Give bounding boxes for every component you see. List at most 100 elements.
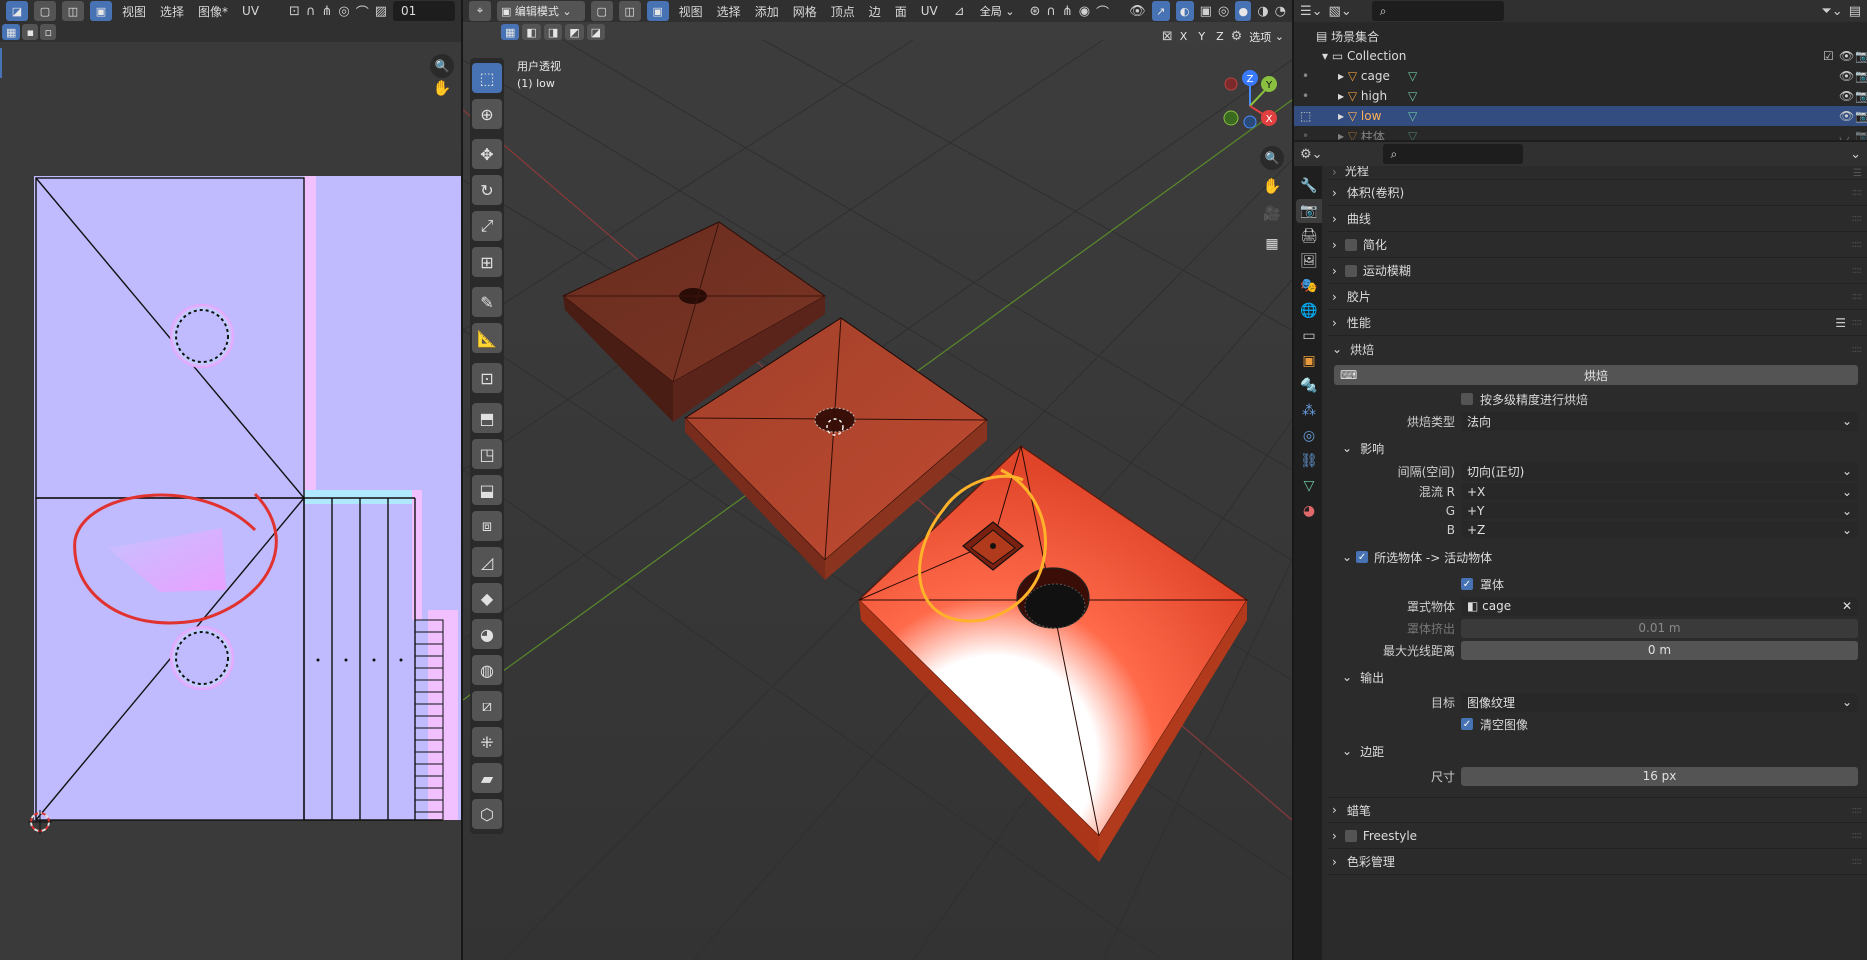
select-box-icon[interactable]: ▦ xyxy=(501,24,520,40)
falloff-curve-icon[interactable]: ⌒ xyxy=(1096,2,1109,21)
vp-menu-add[interactable]: 添加 xyxy=(751,3,783,20)
margin-size-field[interactable]: 16 px xyxy=(1461,766,1858,786)
vp-menu-uv[interactable]: UV xyxy=(917,4,942,18)
smooth-tool-icon[interactable]: ◍ xyxy=(472,655,502,685)
section-volumes[interactable]: › 体积(卷积):::: xyxy=(1328,180,1867,206)
drag-handle-icon[interactable]: :::: xyxy=(1852,213,1863,224)
loop-cut-tool-icon[interactable]: ⧈ xyxy=(472,511,502,541)
bake-type-dropdown[interactable]: 法向 ⌄ xyxy=(1461,411,1858,431)
expand-icon[interactable]: ▸ xyxy=(1338,129,1348,140)
filter-icon[interactable]: ⏷⌄ xyxy=(1821,4,1842,19)
vp-menu-vertex[interactable]: 顶点 xyxy=(827,3,859,20)
perspective-toggle-icon[interactable]: ▦ xyxy=(1260,232,1284,256)
outliner[interactable]: ☰⌄ ▧⌄ ⌕ ⏷⌄ ▤ ▤ 场景集合 ▾ ▭ Collection ☑ 👁 📷… xyxy=(1294,0,1867,140)
max-ray-field[interactable]: 0 m xyxy=(1461,640,1858,660)
render-tab-icon[interactable]: 📷 xyxy=(1296,199,1322,223)
properties-search-input[interactable]: ⌕ xyxy=(1382,144,1523,164)
add-cube-tool-icon[interactable]: ⊡ xyxy=(472,363,502,393)
clear-image-checkbox[interactable]: ✓ xyxy=(1461,718,1473,730)
vp-pan-icon[interactable]: ✋ xyxy=(1260,174,1284,198)
world-tab-icon[interactable]: 🌐 xyxy=(1296,299,1322,323)
select-subtract-icon[interactable]: ◨ xyxy=(543,24,563,40)
uv-canvas[interactable] xyxy=(0,0,461,960)
select-vertex-button[interactable]: ▢ xyxy=(590,1,613,21)
mirror-z-button[interactable]: Z xyxy=(1212,28,1228,45)
material-tab-icon[interactable]: ◕ xyxy=(1296,499,1322,523)
section-bake[interactable]: ⌄ 烘焙:::: xyxy=(1328,336,1867,362)
view-layer-tab-icon[interactable]: 🖼 xyxy=(1296,249,1322,273)
outliner-item-cage[interactable]: • ▸ ▽ cage ▽ 👁 📷 xyxy=(1294,66,1867,86)
inset-tool-icon[interactable]: ◳ xyxy=(472,439,502,469)
section-performance[interactable]: › 性能 ☰:::: xyxy=(1328,310,1867,336)
rip-tool-icon[interactable]: ⬡ xyxy=(472,799,502,829)
uv-editor[interactable]: ◪ ▢ ◫ ▣ 视图 选择 图像* UV ⊡ ∩ ⋔ ◎ ⌒ ▨ 01 ▦ ▪ … xyxy=(0,0,461,960)
vp-menu-select[interactable]: 选择 xyxy=(713,3,745,20)
orientation-icon[interactable]: ⊿ xyxy=(954,4,965,19)
measure-tool-icon[interactable]: 📐 xyxy=(472,323,502,353)
outliner-item-low[interactable]: ⬚ ▸ ▽ low ▽ 👁 📷 xyxy=(1294,106,1867,126)
freestyle-checkbox[interactable] xyxy=(1344,829,1357,842)
pivot-point-icon[interactable]: ⊛ xyxy=(1029,4,1040,19)
particles-tab-icon[interactable]: ⁂ xyxy=(1296,399,1322,423)
select-intersect-icon[interactable]: ◪ xyxy=(586,24,606,40)
shading-wire-icon[interactable]: ◎ xyxy=(1218,4,1229,19)
mesh-options-icon[interactable]: ⚙ xyxy=(1231,29,1243,44)
physics-tab-icon[interactable]: ◎ xyxy=(1296,424,1322,448)
select-extend-icon[interactable]: ◧ xyxy=(522,24,541,40)
swizzle-g-dropdown[interactable]: +Y ⌄ xyxy=(1461,502,1858,519)
eye-closed-icon[interactable]: ◡ xyxy=(1839,129,1849,140)
extrude-tool-icon[interactable]: ⬒ xyxy=(472,403,502,433)
gizmo-toggle-icon[interactable]: ↗ xyxy=(1151,1,1170,21)
expand-icon[interactable]: ▸ xyxy=(1338,89,1348,103)
swizzle-r-dropdown[interactable]: +X ⌄ xyxy=(1461,483,1858,500)
simplify-checkbox[interactable] xyxy=(1344,238,1357,251)
drag-handle-icon[interactable]: :::: xyxy=(1852,239,1863,250)
vp-menu-face[interactable]: 面 xyxy=(891,3,911,20)
xray-icon[interactable]: ▣ xyxy=(1200,4,1212,19)
spin-tool-icon[interactable]: ◕ xyxy=(472,619,502,649)
transform-tool-icon[interactable]: ⊞ xyxy=(472,247,502,277)
section-film[interactable]: › 胶片:::: xyxy=(1328,284,1867,310)
tool-tab-icon[interactable]: 🔧 xyxy=(1296,174,1322,198)
collection-tab-icon[interactable]: ▭ xyxy=(1296,324,1322,348)
poly-build-tool-icon[interactable]: ◆ xyxy=(472,583,502,613)
new-collection-icon[interactable]: ▤ xyxy=(1849,4,1861,19)
object-tab-icon[interactable]: ▣ xyxy=(1296,349,1322,373)
cage-extrusion-field[interactable]: 0.01 m xyxy=(1461,618,1858,638)
data-tab-icon[interactable]: ▽ xyxy=(1296,474,1322,498)
select-invert-icon[interactable]: ◩ xyxy=(565,24,584,40)
drag-handle-icon[interactable]: :::: xyxy=(1852,805,1863,816)
drag-handle-icon[interactable]: :::: xyxy=(1852,187,1863,198)
section-light-paths[interactable]: › 光程 ☰ xyxy=(1328,166,1867,180)
drag-handle-icon[interactable]: :::: xyxy=(1852,830,1863,841)
space-dropdown[interactable]: 切向(正切) ⌄ xyxy=(1461,461,1858,481)
list-icon[interactable]: ☰ xyxy=(1835,316,1846,330)
expand-icon[interactable]: ▸ xyxy=(1338,109,1348,123)
viewport-editor-type-icon[interactable]: ⌖ xyxy=(469,1,491,21)
collection-checkbox[interactable]: ☑ xyxy=(1823,49,1834,63)
camera-view-icon[interactable]: 🎥 xyxy=(1260,202,1284,226)
constraints-tab-icon[interactable]: ⛓ xyxy=(1296,449,1322,473)
drag-handle-icon[interactable]: :::: xyxy=(1852,317,1863,328)
selected-to-active-checkbox[interactable]: ✓ xyxy=(1356,551,1369,563)
shrink-fatten-tool-icon[interactable]: ⁜ xyxy=(472,727,502,757)
section-curves[interactable]: › 曲线:::: xyxy=(1328,206,1867,232)
scene-collection-row[interactable]: ▤ 场景集合 xyxy=(1294,26,1867,46)
select-tool-icon[interactable]: ⬚ xyxy=(472,63,502,93)
snap-magnet-icon[interactable]: ∩ xyxy=(1046,4,1056,19)
annotate-tool-icon[interactable]: ✎ xyxy=(472,287,502,317)
cage-object-field[interactable]: ◧ cage ✕ xyxy=(1461,596,1858,616)
viewport-canvas[interactable]: Z Y X xyxy=(463,0,1292,960)
shear-tool-icon[interactable]: ▰ xyxy=(472,763,502,793)
section-color-management[interactable]: › 色彩管理:::: xyxy=(1328,849,1867,875)
cage-checkbox[interactable]: ✓ xyxy=(1461,578,1473,590)
subsection-margin[interactable]: ⌄ 边距 xyxy=(1328,739,1867,763)
shading-material-icon[interactable]: ◑ xyxy=(1257,4,1268,19)
mirror-y-button[interactable]: Y xyxy=(1194,28,1210,45)
section-motion-blur[interactable]: › 运动模糊:::: xyxy=(1328,258,1867,284)
subsection-selected-to-active[interactable]: ⌄ ✓ 所选物体 -> 活动物体 xyxy=(1328,545,1867,569)
drag-handle-icon[interactable]: :::: xyxy=(1852,291,1863,302)
section-simplify[interactable]: › 简化:::: xyxy=(1328,232,1867,258)
collection-row[interactable]: ▾ ▭ Collection ☑ 👁 📷 xyxy=(1294,46,1867,66)
collection-eye-icon[interactable]: 👁 xyxy=(1839,49,1854,63)
